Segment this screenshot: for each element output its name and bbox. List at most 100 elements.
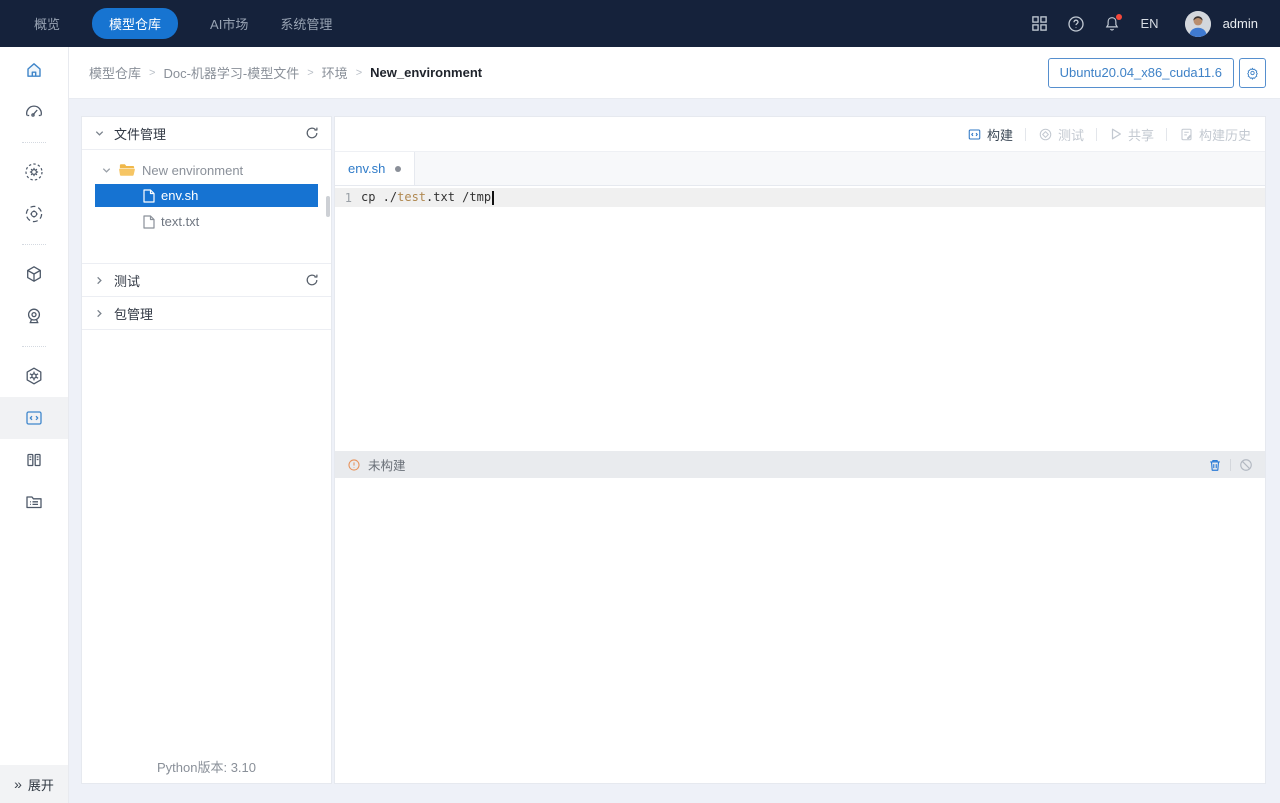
cube-icon xyxy=(27,266,41,282)
tree-file-text-txt[interactable]: text.txt xyxy=(95,210,318,233)
section-file-management[interactable]: 文件管理 xyxy=(82,117,331,150)
help-icon[interactable] xyxy=(1063,11,1089,37)
folder-name: New environment xyxy=(142,162,244,178)
sidebar-item-inference[interactable] xyxy=(0,193,68,235)
build-icon xyxy=(967,127,982,142)
breadcrumb-item-project[interactable]: Doc-机器学习-模型文件 xyxy=(163,63,299,82)
build-status-label: 未构建 xyxy=(368,459,406,473)
notification-bell-icon[interactable] xyxy=(1099,11,1125,37)
package-section-label: 包管理 xyxy=(114,306,154,322)
console-divider xyxy=(1230,458,1231,471)
nav-item-ai-market[interactable]: AI市场 xyxy=(210,14,248,33)
sidebar-item-file-manager[interactable] xyxy=(0,481,68,523)
breadcrumb-separator: > xyxy=(149,66,156,79)
caret-down-icon[interactable] xyxy=(101,165,112,176)
build-history-label: 构建历史 xyxy=(1198,127,1251,143)
env-version-button[interactable]: Ubuntu20.04_x86_cuda11.6 xyxy=(1047,57,1234,88)
code-text[interactable]: cp ./test.txt /tmp xyxy=(361,190,495,205)
line-number: 1 xyxy=(344,190,352,205)
trash-icon xyxy=(1210,459,1220,471)
share-label: 共享 xyxy=(1127,127,1154,143)
build-history-icon xyxy=(1179,127,1194,142)
sidebar-item-models[interactable] xyxy=(0,253,68,295)
speedometer-icon xyxy=(26,105,42,117)
refresh-icon xyxy=(306,274,318,286)
sidebar-item-training[interactable] xyxy=(0,151,68,193)
toolbar-divider xyxy=(1024,127,1026,141)
username[interactable]: admin xyxy=(1223,16,1258,31)
delete-output-button[interactable] xyxy=(1208,458,1222,472)
icon-rail: » 展开 xyxy=(0,47,69,803)
refresh-test-button[interactable] xyxy=(305,273,319,287)
breadcrumb-separator: > xyxy=(355,66,363,79)
folder-icon xyxy=(119,164,135,176)
app-root: 概览 模型仓库 AI市场 系统管理 EN admin » 展开 模型仓库 > D… xyxy=(0,0,1280,803)
build-history-button[interactable]: 构建历史 xyxy=(1179,125,1251,144)
breadcrumb: 模型仓库 > Doc-机器学习-模型文件 > 环境 > New_environm… xyxy=(89,63,482,82)
refresh-files-button[interactable] xyxy=(305,126,319,140)
share-icon xyxy=(1109,127,1123,141)
rail-divider xyxy=(22,337,46,355)
gear-orbit-icon xyxy=(25,205,43,223)
build-label: 构建 xyxy=(986,127,1013,143)
content-area: 文件管理 New environment env.sh text.txt 测试 … xyxy=(69,99,1280,803)
expand-sidebar-button[interactable]: » 展开 xyxy=(0,765,68,803)
sidebar-item-home[interactable] xyxy=(0,49,68,91)
code-editor[interactable]: 1 cp ./test.txt /tmp xyxy=(335,186,1265,451)
gear-dashed-icon xyxy=(25,163,43,181)
tree-file-env-sh[interactable]: env.sh xyxy=(95,184,318,207)
sidebar-item-dashboard[interactable] xyxy=(0,91,68,133)
env-settings-button[interactable] xyxy=(1239,57,1266,88)
notification-dot xyxy=(1115,13,1122,20)
chevrons-right-icon: » xyxy=(14,776,22,792)
language-toggle[interactable]: EN xyxy=(1141,16,1159,31)
expand-label: 展开 xyxy=(27,777,54,793)
warning-icon xyxy=(348,458,360,471)
modified-dot xyxy=(395,165,402,172)
share-button[interactable]: 共享 xyxy=(1109,125,1154,144)
hexagon-wheel-icon xyxy=(26,367,42,385)
home-icon xyxy=(27,63,41,77)
apps-grid-icon[interactable] xyxy=(1027,11,1053,37)
build-button[interactable]: 构建 xyxy=(967,125,1013,144)
sidebar-item-resources[interactable] xyxy=(0,439,68,481)
sidebar-item-code-editor[interactable] xyxy=(0,397,68,439)
breadcrumb-item-env[interactable]: 环境 xyxy=(322,63,348,82)
main-nav: 概览 模型仓库 AI市场 系统管理 xyxy=(34,8,332,39)
file-tree: New environment env.sh text.txt xyxy=(82,150,331,264)
user-avatar[interactable] xyxy=(1184,10,1211,37)
folder-list-icon xyxy=(26,496,42,509)
code-line-active[interactable]: 1 cp ./test.txt /tmp xyxy=(335,188,1265,207)
tree-folder-row[interactable]: New environment xyxy=(95,159,318,181)
python-version-label: Python版本: 3.10 xyxy=(157,759,256,775)
nav-item-model-repo[interactable]: 模型仓库 xyxy=(92,8,179,39)
test-button[interactable]: 测试 xyxy=(1038,125,1084,144)
file-icon xyxy=(143,188,155,203)
breadcrumb-item-repo[interactable]: 模型仓库 xyxy=(89,63,141,82)
nav-item-overview[interactable]: 概览 xyxy=(34,14,60,33)
section-test[interactable]: 测试 xyxy=(82,264,331,297)
text-cursor xyxy=(492,190,495,205)
top-navbar: 概览 模型仓库 AI市场 系统管理 EN admin xyxy=(0,0,1280,47)
rail-divider xyxy=(22,133,46,151)
section-package[interactable]: 包管理 xyxy=(82,297,331,330)
editor-toolbar: 构建 测试 共享 构建历史 xyxy=(335,117,1265,151)
tree-scrollbar-thumb[interactable] xyxy=(326,196,330,217)
caret-down-icon xyxy=(94,128,105,139)
breadcrumb-bar: 模型仓库 > Doc-机器学习-模型文件 > 环境 > New_environm… xyxy=(69,47,1280,99)
sidebar-item-ai-services[interactable] xyxy=(0,355,68,397)
clear-output-button[interactable] xyxy=(1239,458,1253,472)
rail-divider xyxy=(22,235,46,253)
caret-right-icon xyxy=(94,275,105,286)
breadcrumb-item-current: New_environment xyxy=(370,65,483,80)
sidebar-item-monitor[interactable] xyxy=(0,295,68,337)
tab-env-sh[interactable]: env.sh xyxy=(335,152,416,185)
toolbar-divider xyxy=(1095,127,1097,141)
refresh-icon xyxy=(306,127,318,139)
file-panel: 文件管理 New environment env.sh text.txt 测试 … xyxy=(81,116,332,784)
caret-right-icon xyxy=(94,308,105,319)
console-body xyxy=(335,478,1265,783)
nav-item-system-admin[interactable]: 系统管理 xyxy=(280,14,332,33)
code-editor-icon xyxy=(26,411,42,425)
main-column: 模型仓库 > Doc-机器学习-模型文件 > 环境 > New_environm… xyxy=(69,47,1280,803)
